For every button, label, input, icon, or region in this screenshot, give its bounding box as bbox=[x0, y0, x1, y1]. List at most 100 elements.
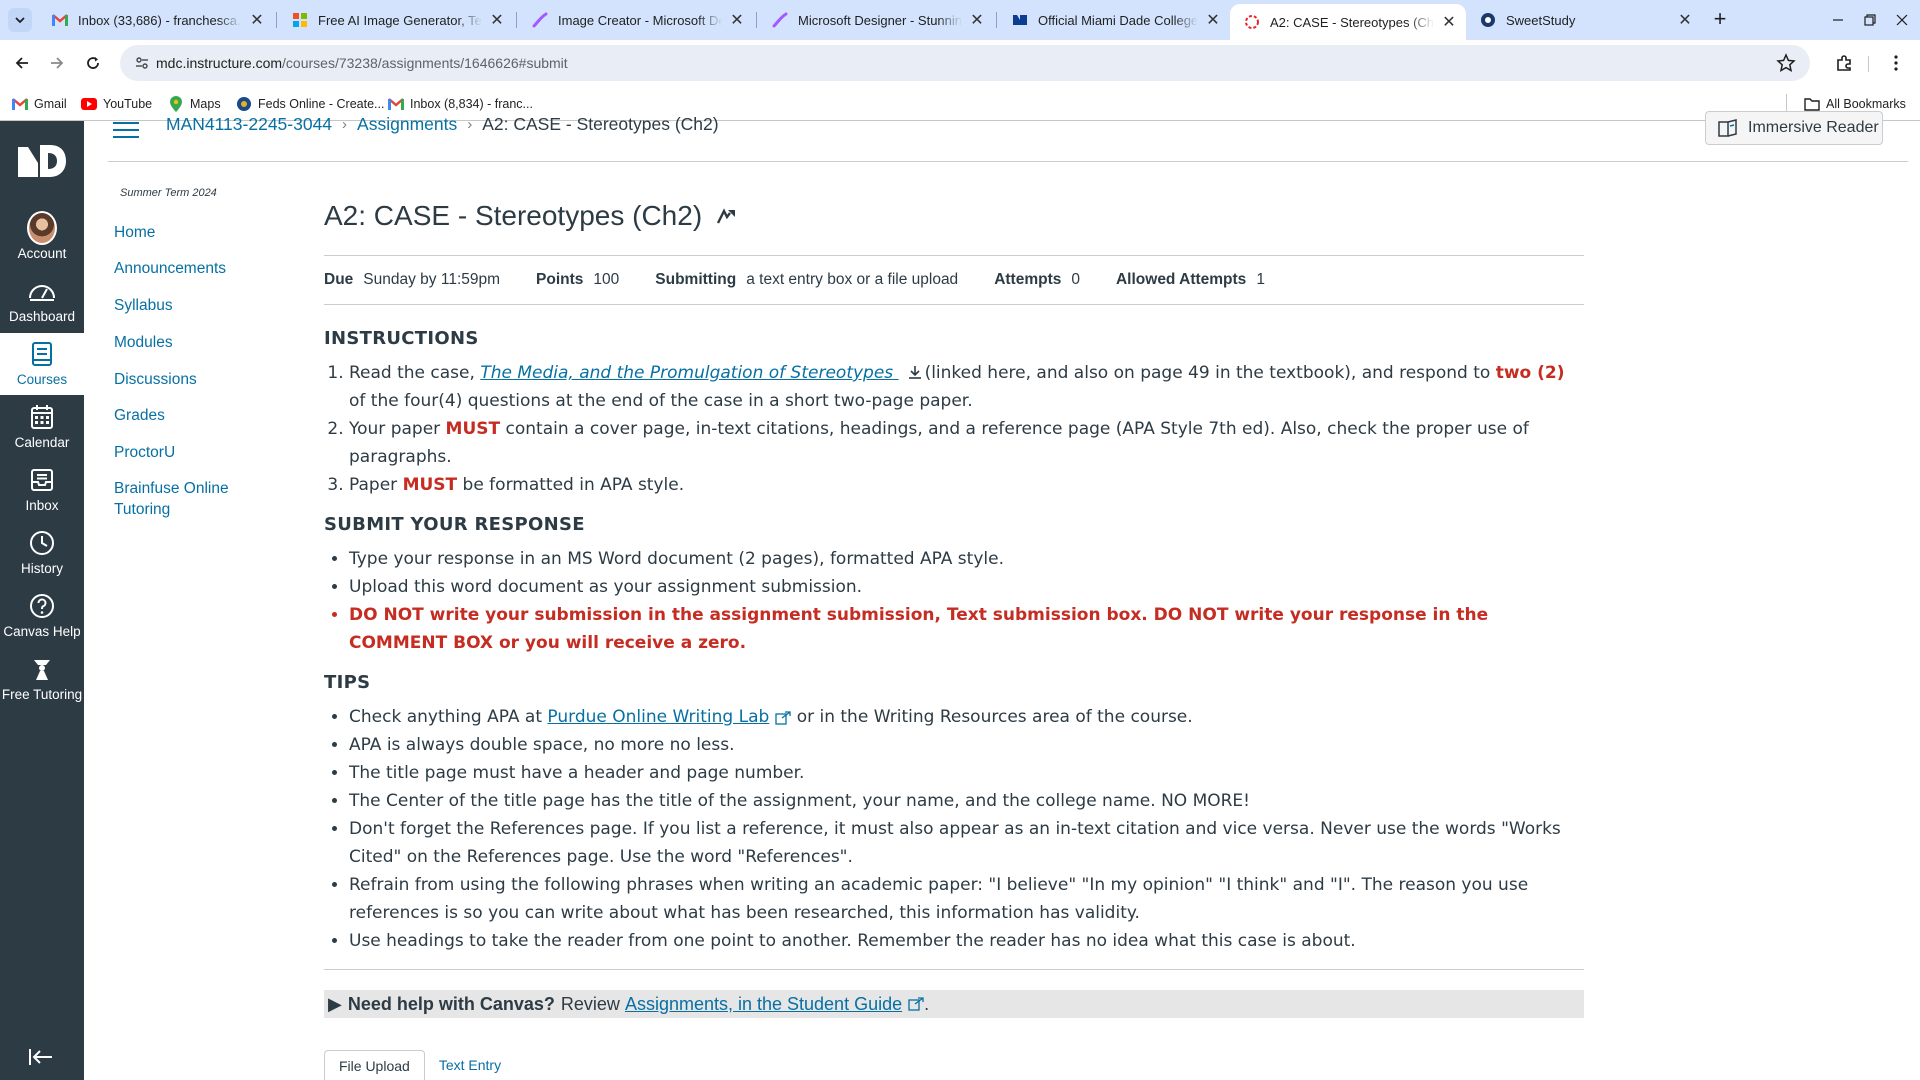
course-nav-brainfuse[interactable]: Brainfuse Online Tutoring bbox=[114, 478, 254, 520]
tab-divider bbox=[516, 12, 517, 28]
list-item: The Center of the title page has the tit… bbox=[349, 787, 1584, 815]
chevron-right-icon: › bbox=[342, 116, 348, 133]
close-icon[interactable]: ✕ bbox=[968, 11, 986, 29]
browser-tab-sweetstudy[interactable]: SweetStudy ✕ bbox=[1466, 4, 1702, 36]
course-nav-announcements[interactable]: Announcements bbox=[114, 258, 284, 295]
puzzle-icon bbox=[1837, 55, 1851, 71]
reload-button[interactable] bbox=[81, 51, 105, 75]
tab-title: SweetStudy bbox=[1506, 12, 1576, 28]
global-nav-dashboard[interactable]: Dashboard bbox=[0, 270, 84, 332]
bookmarks-divider bbox=[1786, 94, 1787, 112]
browser-menu-button[interactable] bbox=[1884, 51, 1908, 75]
minimize-button[interactable] bbox=[1826, 8, 1850, 32]
browser-tab-ai-image[interactable]: Free AI Image Generator, Text to ✕ bbox=[278, 4, 514, 36]
page-title: A2: CASE - Stereotypes (Ch2) bbox=[324, 200, 703, 231]
global-nav-account[interactable]: Account bbox=[0, 207, 84, 269]
bookmark-gmail[interactable]: Gmail bbox=[12, 94, 67, 114]
tab-text-entry[interactable]: Text Entry bbox=[425, 1050, 515, 1080]
collapse-nav-icon[interactable] bbox=[28, 1047, 56, 1067]
mdc-logo-icon[interactable] bbox=[16, 143, 68, 179]
assignment-details: Due Sunday by 11:59pm Points 100 Submitt… bbox=[324, 256, 1584, 304]
breadcrumb: MAN4113-2245-3044 › Assignments › A2: CA… bbox=[166, 114, 719, 135]
attempts-label: Attempts bbox=[994, 271, 1062, 288]
tab-divider bbox=[756, 12, 757, 28]
gmail-icon bbox=[388, 96, 404, 112]
hamburger-menu-icon[interactable] bbox=[113, 122, 139, 138]
breadcrumb-assignments-link[interactable]: Assignments bbox=[357, 114, 457, 135]
course-nav-syllabus[interactable]: Syllabus bbox=[114, 295, 284, 332]
list-item: Your paper MUST contain a cover page, in… bbox=[349, 415, 1584, 471]
immersive-reader-button[interactable]: Immersive Reader bbox=[1705, 111, 1883, 145]
instructions-list: Read the case, The Media, and the Promul… bbox=[349, 359, 1584, 499]
close-icon[interactable]: ✕ bbox=[488, 11, 506, 29]
course-nav-home[interactable]: Home bbox=[114, 222, 284, 258]
global-nav-free-tutoring[interactable]: Free Tutoring bbox=[0, 648, 84, 710]
breadcrumb-course-link[interactable]: MAN4113-2245-3044 bbox=[166, 114, 332, 135]
browser-tab-mdc[interactable]: Official Miami Dade College Home ✕ bbox=[998, 4, 1230, 36]
bookmark-maps[interactable]: Maps bbox=[168, 94, 221, 114]
canvas-help-toggle[interactable]: ▶ Need help with Canvas? Review Assignme… bbox=[324, 990, 1584, 1018]
case-reading-link[interactable]: The Media, and the Promulgation of Stere… bbox=[480, 363, 898, 383]
new-tab-button[interactable]: + bbox=[1708, 8, 1732, 32]
browser-tab-gmail[interactable]: Inbox (33,686) - franchesca.bo ✕ bbox=[38, 4, 274, 36]
global-nav-inbox[interactable]: Inbox bbox=[0, 459, 84, 521]
global-nav-canvas-help[interactable]: Canvas Help bbox=[0, 585, 84, 647]
global-nav-calendar[interactable]: Calendar bbox=[0, 396, 84, 458]
close-window-button[interactable] bbox=[1890, 8, 1914, 32]
allowed-attempts-label: Allowed Attempts bbox=[1115, 271, 1247, 288]
tab-search-button[interactable] bbox=[8, 8, 32, 32]
back-button[interactable] bbox=[10, 51, 34, 75]
allowed-attempts-value: 1 bbox=[1256, 271, 1265, 288]
bookmark-feds-online[interactable]: Feds Online - Create... bbox=[236, 94, 384, 114]
toolbar-divider bbox=[1868, 56, 1869, 72]
chevron-right-icon: › bbox=[467, 116, 473, 133]
address-bar[interactable]: mdc.instructure.com/courses/73238/assign… bbox=[120, 45, 1810, 81]
external-link-icon bbox=[908, 997, 924, 1011]
tips-list: Check anything APA at Purdue Online Writ… bbox=[349, 703, 1584, 955]
url-text[interactable]: mdc.instructure.com/courses/73238/assign… bbox=[156, 55, 568, 71]
tab-file-upload[interactable]: File Upload bbox=[324, 1050, 425, 1080]
browser-tab-designer[interactable]: Microsoft Designer - Stunning designs ✕ bbox=[758, 4, 994, 36]
close-icon[interactable]: ✕ bbox=[1204, 11, 1222, 29]
global-nav-history[interactable]: History bbox=[0, 522, 84, 584]
list-item: Type your response in an MS Word documen… bbox=[349, 545, 1584, 573]
global-navigation: Account Dashboard Courses Calendar Inbox… bbox=[0, 121, 84, 1080]
purdue-owl-link[interactable]: Purdue Online Writing Lab bbox=[547, 707, 769, 727]
course-nav-modules[interactable]: Modules bbox=[114, 332, 284, 369]
book-icon bbox=[27, 339, 57, 369]
close-icon[interactable]: ✕ bbox=[248, 11, 266, 29]
header-divider bbox=[108, 161, 1908, 162]
tab-divider bbox=[276, 12, 277, 28]
mdc-icon bbox=[1012, 12, 1028, 28]
download-icon[interactable] bbox=[907, 364, 923, 380]
student-guide-link[interactable]: Assignments, in the Student Guide bbox=[625, 994, 902, 1015]
bookmark-star-icon[interactable] bbox=[1776, 53, 1796, 73]
tab-title: Official Miami Dade College Home bbox=[1038, 12, 1198, 28]
restore-button[interactable] bbox=[1858, 8, 1882, 32]
tab-title: Inbox (33,686) - franchesca.bo bbox=[78, 12, 242, 28]
course-nav-grades[interactable]: Grades bbox=[114, 405, 284, 442]
global-nav-courses[interactable]: Courses bbox=[0, 333, 84, 395]
course-term: Summer Term 2024 bbox=[120, 187, 217, 199]
course-nav-discussions[interactable]: Discussions bbox=[114, 369, 284, 405]
points-value: 100 bbox=[593, 271, 620, 288]
course-navigation: Home Announcements Syllabus Modules Disc… bbox=[114, 222, 284, 520]
browser-tab-image-creator[interactable]: Image Creator - Microsoft Designer ✕ bbox=[518, 4, 754, 36]
dashboard-icon bbox=[27, 276, 57, 306]
close-icon[interactable]: ✕ bbox=[728, 11, 746, 29]
list-item: Paper MUST be formatted in APA style. bbox=[349, 471, 1584, 499]
site-info-icon[interactable] bbox=[134, 55, 150, 71]
breadcrumb-current: A2: CASE - Stereotypes (Ch2) bbox=[482, 114, 719, 134]
browser-tab-assignment[interactable]: A2: CASE - Stereotypes (Ch2) ✕ bbox=[1230, 4, 1466, 40]
extensions-button[interactable] bbox=[1832, 51, 1856, 75]
close-icon[interactable]: ✕ bbox=[1440, 13, 1458, 31]
forward-button[interactable] bbox=[45, 51, 69, 75]
tab-strip: Inbox (33,686) - franchesca.bo ✕ Free AI… bbox=[0, 0, 1920, 40]
bookmark-youtube[interactable]: YouTube bbox=[81, 94, 152, 114]
bookmark-inbox[interactable]: Inbox (8,834) - franc... bbox=[388, 94, 533, 114]
help-bold-text: Need help with Canvas? bbox=[347, 993, 555, 1014]
close-icon[interactable]: ✕ bbox=[1676, 11, 1694, 29]
avatar bbox=[27, 211, 57, 245]
external-link-icon bbox=[775, 711, 791, 725]
course-nav-proctoru[interactable]: ProctorU bbox=[114, 442, 284, 478]
